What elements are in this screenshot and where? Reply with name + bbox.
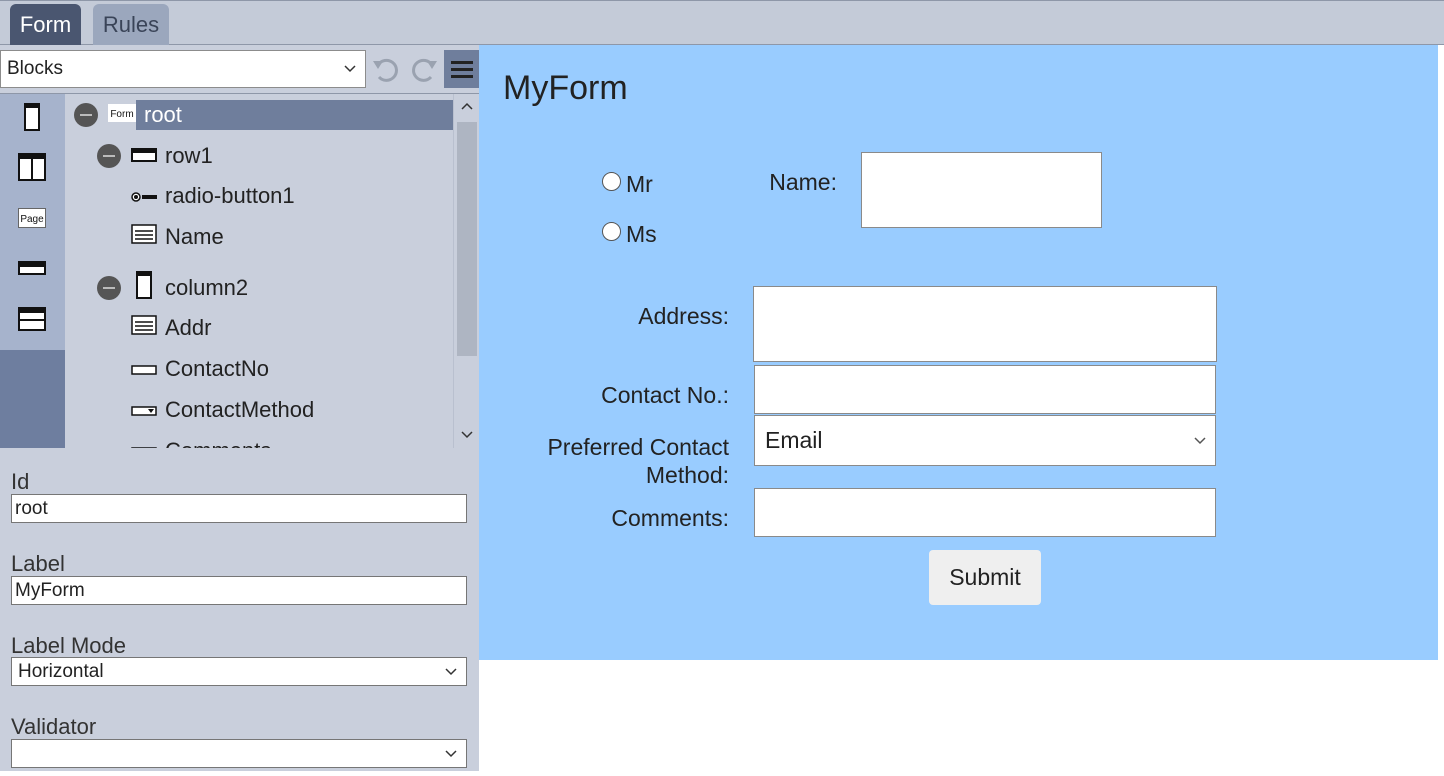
tree-item-label: Comments xyxy=(165,438,271,448)
tab-rules[interactable]: Rules xyxy=(93,4,169,45)
tree-item-label: radio-button1 xyxy=(165,183,295,208)
radio-mr-label: Mr xyxy=(626,171,653,197)
submit-button[interactable]: Submit xyxy=(929,550,1041,605)
text-area-icon xyxy=(131,224,157,250)
tree-item-addr[interactable]: Addr xyxy=(131,313,211,343)
contact-no-label: Contact No.: xyxy=(601,382,729,408)
tree-item-contactmethod[interactable]: ContactMethod xyxy=(131,395,314,425)
preferred-contact-label: Preferred Contact Method: xyxy=(547,434,729,488)
label-mode-select[interactable]: Horizontal xyxy=(11,657,467,686)
label-mode-value: Horizontal xyxy=(18,661,104,682)
tree-item-label: root xyxy=(144,102,182,127)
chevron-down-icon xyxy=(444,658,458,694)
name-field[interactable] xyxy=(861,152,1102,228)
form-preview-canvas: MyForm Mr Ms Name: Address: Contact No.:… xyxy=(479,45,1438,660)
properties-panel: Id root Label MyForm Label Mode Horizont… xyxy=(0,449,479,771)
tree-item-root[interactable]: Form root xyxy=(74,100,182,130)
id-field[interactable]: root xyxy=(11,494,467,523)
tree-item-contactno[interactable]: ContactNo xyxy=(131,354,269,384)
collapse-toggle-icon[interactable] xyxy=(97,144,121,168)
text-input-icon xyxy=(131,438,157,448)
redo-icon[interactable] xyxy=(408,53,440,85)
tree-item-comments[interactable]: Comments xyxy=(131,436,271,448)
blocks-dropdown[interactable]: Blocks xyxy=(0,50,366,88)
form-title: MyForm xyxy=(503,69,628,107)
comments-label: Comments: xyxy=(611,505,729,531)
tree-item-label: column2 xyxy=(165,275,249,300)
tree-item-row1[interactable]: row1 xyxy=(97,141,213,171)
row-block-icon[interactable] xyxy=(18,260,46,281)
svg-text:Page: Page xyxy=(20,214,44,225)
undo-icon[interactable] xyxy=(370,53,402,85)
preferred-contact-select[interactable]: Email xyxy=(754,415,1216,466)
id-label: Id xyxy=(11,469,30,494)
row-icon xyxy=(131,143,157,169)
blocks-dropdown-value: Blocks xyxy=(7,58,63,79)
label-field[interactable]: MyForm xyxy=(11,576,467,605)
tree-item-label: ContactMethod xyxy=(165,397,315,422)
address-field[interactable] xyxy=(753,286,1217,362)
tree-item-label: Name xyxy=(165,224,224,249)
label-mode-label: Label Mode xyxy=(11,633,126,658)
comments-field[interactable] xyxy=(754,488,1216,537)
hamburger-menu-icon[interactable] xyxy=(444,50,479,88)
validator-label: Validator xyxy=(11,714,97,739)
svg-text:Form: Form xyxy=(110,109,133,120)
tree-item-name[interactable]: Name xyxy=(131,222,224,252)
text-input-icon xyxy=(131,356,157,382)
tab-form[interactable]: Form xyxy=(10,4,81,45)
two-column-block-icon[interactable] xyxy=(18,152,46,187)
tab-bar: Form Rules xyxy=(0,0,1444,45)
name-label: Name: xyxy=(769,169,837,195)
tree-item-label: ContactNo xyxy=(165,356,269,381)
label-label: Label xyxy=(11,551,65,576)
tree-scrollbar[interactable] xyxy=(453,94,480,448)
contact-no-field[interactable] xyxy=(754,365,1216,414)
tree-item-label: Addr xyxy=(165,315,212,340)
text-area-icon xyxy=(131,315,157,341)
scroll-down-icon[interactable] xyxy=(454,424,480,446)
preferred-contact-value: Email xyxy=(765,427,823,453)
page-block-icon[interactable]: Page xyxy=(18,208,46,233)
validator-select[interactable] xyxy=(11,739,467,768)
designer-panel: Blocks Page Form root row1 radio-button1… xyxy=(0,45,480,771)
address-label: Address: xyxy=(638,303,729,329)
block-palette: Page xyxy=(0,94,65,448)
scroll-up-icon[interactable] xyxy=(454,96,480,118)
radio-ms[interactable] xyxy=(602,222,621,241)
form-icon: Form xyxy=(108,102,136,128)
tree-item-column2[interactable]: column2 xyxy=(97,271,249,305)
chevron-down-icon xyxy=(343,51,357,100)
collapse-toggle-icon[interactable] xyxy=(97,276,121,300)
collapse-toggle-icon[interactable] xyxy=(74,103,98,127)
column-block-icon[interactable] xyxy=(18,102,46,137)
scroll-thumb[interactable] xyxy=(457,122,477,356)
designer-toolbar: Blocks xyxy=(0,45,479,94)
radio-button-icon xyxy=(131,183,157,209)
column-icon xyxy=(131,271,157,305)
dropdown-icon xyxy=(131,397,157,423)
tree-item-radio-button1[interactable]: radio-button1 xyxy=(131,181,295,211)
header-row-block-icon[interactable] xyxy=(18,306,46,337)
tree-selection-highlight xyxy=(136,100,453,130)
radio-ms-label: Ms xyxy=(626,221,657,247)
tree-item-label: row1 xyxy=(165,143,213,168)
chevron-down-icon xyxy=(1193,416,1207,484)
radio-mr[interactable] xyxy=(602,172,621,191)
structure-tree: Form root row1 radio-button1 Name column… xyxy=(66,94,453,448)
